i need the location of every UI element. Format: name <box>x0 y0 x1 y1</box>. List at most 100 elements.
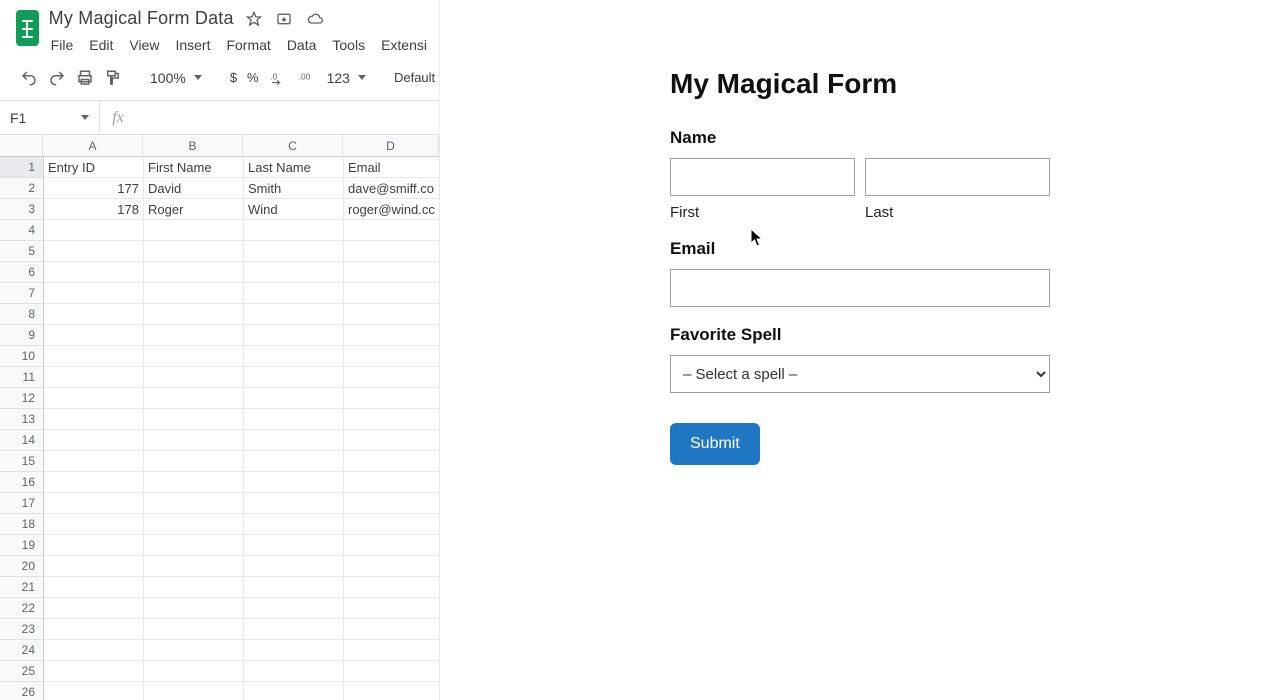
cell[interactable] <box>244 556 344 577</box>
row-header[interactable]: 14 <box>0 430 44 451</box>
cell[interactable] <box>244 241 344 262</box>
cell[interactable] <box>144 598 244 619</box>
row-header[interactable]: 17 <box>0 493 44 514</box>
cell[interactable]: David <box>144 178 244 199</box>
cell[interactable] <box>244 472 344 493</box>
cell[interactable] <box>344 220 440 241</box>
cell[interactable] <box>144 220 244 241</box>
cell[interactable] <box>144 535 244 556</box>
cell[interactable] <box>144 430 244 451</box>
first-name-input[interactable] <box>670 158 855 196</box>
last-name-input[interactable] <box>865 158 1050 196</box>
cell[interactable] <box>344 577 440 598</box>
row-header[interactable]: 22 <box>0 598 44 619</box>
row-header[interactable]: 23 <box>0 619 44 640</box>
row-header[interactable]: 19 <box>0 535 44 556</box>
cell[interactable] <box>144 262 244 283</box>
cell[interactable] <box>44 619 144 640</box>
cell[interactable] <box>244 514 344 535</box>
row-header[interactable]: 4 <box>0 220 44 241</box>
cell[interactable] <box>244 304 344 325</box>
menu-file[interactable]: File <box>49 35 76 55</box>
cell[interactable]: Roger <box>144 199 244 220</box>
cell[interactable] <box>144 304 244 325</box>
row-header[interactable]: 8 <box>0 304 44 325</box>
cell[interactable] <box>44 682 144 700</box>
col-header[interactable]: D <box>343 135 439 157</box>
cell[interactable] <box>244 346 344 367</box>
cell[interactable] <box>244 388 344 409</box>
cell[interactable] <box>144 514 244 535</box>
cell[interactable] <box>344 472 440 493</box>
cell[interactable] <box>144 346 244 367</box>
email-input[interactable] <box>670 269 1050 307</box>
cell[interactable] <box>244 283 344 304</box>
cell[interactable] <box>44 661 144 682</box>
row-header[interactable]: 7 <box>0 283 44 304</box>
cell[interactable] <box>344 598 440 619</box>
cell[interactable] <box>144 682 244 700</box>
row-header[interactable]: 13 <box>0 409 44 430</box>
cell[interactable]: 177 <box>44 178 144 199</box>
cell[interactable]: Wind <box>244 199 344 220</box>
cell[interactable] <box>44 262 144 283</box>
cell[interactable] <box>44 346 144 367</box>
row-header[interactable]: 16 <box>0 472 44 493</box>
row-header[interactable]: 18 <box>0 514 44 535</box>
cell[interactable] <box>244 661 344 682</box>
cloud-icon[interactable] <box>306 11 324 27</box>
cell[interactable] <box>44 451 144 472</box>
cell[interactable] <box>44 598 144 619</box>
menu-tools[interactable]: Tools <box>330 35 367 55</box>
number-format-select[interactable]: 123 <box>327 70 366 86</box>
move-icon[interactable] <box>276 11 292 27</box>
cell[interactable] <box>344 241 440 262</box>
cell[interactable] <box>344 661 440 682</box>
cell[interactable] <box>244 325 344 346</box>
cell[interactable] <box>244 367 344 388</box>
cell[interactable] <box>144 241 244 262</box>
currency-button[interactable]: $ <box>230 70 237 85</box>
decrease-decimal-icon[interactable]: .0 <box>269 69 287 87</box>
row-header[interactable]: 20 <box>0 556 44 577</box>
cell[interactable]: dave@smiff.co <box>344 178 440 199</box>
menu-view[interactable]: View <box>127 35 161 55</box>
cell[interactable] <box>44 304 144 325</box>
cell[interactable]: Last Name <box>244 157 344 178</box>
cell[interactable] <box>44 220 144 241</box>
cell[interactable] <box>144 619 244 640</box>
cell[interactable] <box>144 409 244 430</box>
cell[interactable] <box>244 619 344 640</box>
cell[interactable] <box>244 682 344 700</box>
cell[interactable] <box>44 577 144 598</box>
cell[interactable] <box>344 451 440 472</box>
cell[interactable] <box>44 535 144 556</box>
cell[interactable]: 178 <box>44 199 144 220</box>
cell[interactable] <box>144 325 244 346</box>
percent-button[interactable]: % <box>247 70 259 85</box>
cell[interactable] <box>144 367 244 388</box>
row-header[interactable]: 3 <box>0 199 44 220</box>
menu-insert[interactable]: Insert <box>173 35 212 55</box>
cell[interactable] <box>344 493 440 514</box>
cell[interactable] <box>144 472 244 493</box>
cell[interactable] <box>344 304 440 325</box>
col-header[interactable]: C <box>243 135 343 157</box>
cell[interactable] <box>344 535 440 556</box>
row-header[interactable]: 12 <box>0 388 44 409</box>
cell[interactable] <box>144 283 244 304</box>
cell[interactable] <box>244 577 344 598</box>
cell[interactable] <box>344 388 440 409</box>
col-header[interactable]: B <box>143 135 243 157</box>
cell[interactable] <box>144 493 244 514</box>
star-icon[interactable] <box>246 11 262 27</box>
menu-extensions[interactable]: Extensi <box>379 35 429 55</box>
cell[interactable] <box>44 430 144 451</box>
row-header[interactable]: 6 <box>0 262 44 283</box>
cell[interactable] <box>344 409 440 430</box>
row-header[interactable]: 5 <box>0 241 44 262</box>
cell[interactable] <box>244 409 344 430</box>
cell[interactable] <box>244 262 344 283</box>
cell[interactable] <box>144 388 244 409</box>
formula-bar[interactable] <box>136 101 439 134</box>
